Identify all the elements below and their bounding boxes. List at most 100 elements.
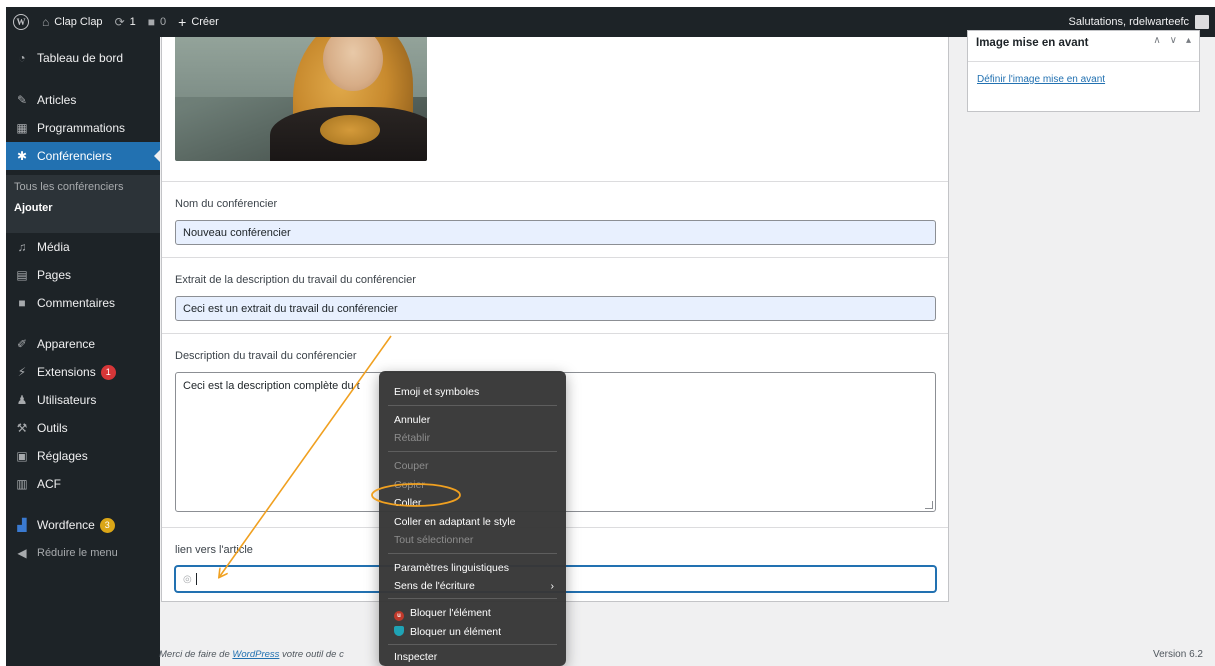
collapse-menu-button[interactable]: ◀ Réduire le menu xyxy=(6,539,160,567)
menu-separator xyxy=(388,553,557,554)
writing-direction-label: Sens de l'écriture xyxy=(394,580,475,592)
excerpt-input[interactable]: Ceci est un extrait du travail du confér… xyxy=(175,296,936,321)
excerpt-input-value: Ceci est un extrait du travail du confér… xyxy=(183,302,398,315)
home-icon: ⌂ xyxy=(42,15,50,29)
person-icon: ✱ xyxy=(16,149,28,163)
sidebar-item-label: Réduire le menu xyxy=(37,547,118,559)
sidebar-item-label: Programmations xyxy=(37,121,126,135)
version-label: Version 6.2 xyxy=(1152,649,1203,660)
box-divider xyxy=(968,61,1199,62)
wordfence-badge: 3 xyxy=(99,517,115,533)
box-controls: ∧ ∨ ▴ xyxy=(1153,35,1191,46)
account-greeting: Salutations, rdelwarteefc xyxy=(1068,16,1189,28)
sidebar-item-tools[interactable]: ⚒ Outils xyxy=(6,414,160,442)
menu-item-writing-direction[interactable]: Sens de l'écriture › xyxy=(394,578,554,594)
acf-icon: ▥ xyxy=(16,477,28,491)
resize-handle[interactable] xyxy=(925,501,933,509)
menu-item-select-all: Tout sélectionner xyxy=(394,534,474,546)
description-value: Ceci est la description complète du t xyxy=(183,380,360,392)
menu-item-redo: Rétablir xyxy=(394,432,431,444)
sidebar-item-label: Pages xyxy=(37,268,72,282)
set-featured-image-link[interactable]: Définir l'image mise en avant xyxy=(977,74,1105,85)
shield-icon xyxy=(394,626,404,636)
name-input[interactable]: Nouveau conférencier xyxy=(175,220,936,245)
calendar-icon: ▦ xyxy=(16,121,28,135)
block-one-element-label: Bloquer un élément xyxy=(410,626,502,638)
site-name: Clap Clap xyxy=(54,16,103,28)
sidebar-item-label: Média xyxy=(37,240,70,254)
name-input-value: Nouveau conférencier xyxy=(183,226,291,239)
sidebar-item-users[interactable]: ♟ Utilisateurs xyxy=(6,386,160,414)
updates-link[interactable]: ⟳ 1 xyxy=(109,7,142,37)
featured-image-box: Image mise en avant ∧ ∨ ▴ Définir l'imag… xyxy=(967,30,1200,112)
users-icon: ♟ xyxy=(16,393,28,407)
wrench-icon: ⚒ xyxy=(16,421,28,435)
menu-item-paste-match-style[interactable]: Coller en adaptant le style xyxy=(394,514,554,530)
menu-item-block-element-shield[interactable]: Bloquer un élément xyxy=(394,624,554,640)
link-icon: ◎ xyxy=(183,573,192,585)
sidebar-item-media[interactable]: ♫ Média xyxy=(6,233,160,261)
sidebar-item-label: ACF xyxy=(37,477,61,491)
sidebar-item-label: Utilisateurs xyxy=(37,393,97,407)
sidebar-item-pages[interactable]: ▤ Pages xyxy=(6,261,160,289)
menu-item-inspect[interactable]: Inspecter xyxy=(394,649,554,665)
field-divider xyxy=(162,257,948,258)
chevron-right-icon: › xyxy=(550,580,555,592)
menu-item-emoji[interactable]: Emoji et symboles xyxy=(394,384,554,400)
sidebar-item-programmations[interactable]: ▦ Programmations xyxy=(6,114,160,142)
settings-icon: ▣ xyxy=(16,449,28,463)
new-content-label: Créer xyxy=(191,16,219,28)
ublock-icon: u xyxy=(394,611,404,621)
speaker-photo xyxy=(175,37,427,161)
wordpress-link[interactable]: WordPress xyxy=(232,649,279,660)
footer-text-after: votre outil de c xyxy=(279,649,344,660)
menu-item-cut: Couper xyxy=(394,460,429,472)
sidebar-item-articles[interactable]: ✎ Articles xyxy=(6,86,160,114)
menu-item-language-settings[interactable]: Paramètres linguistiques xyxy=(394,560,554,576)
new-content-link[interactable]: + Créer xyxy=(172,7,225,37)
submenu-all-speakers[interactable]: Tous les conférenciers xyxy=(14,181,123,193)
block-element-label: Bloquer l'élément xyxy=(410,607,491,619)
updates-count: 1 xyxy=(129,16,136,28)
wordfence-icon: ▟ xyxy=(17,518,27,532)
comment-icon: ■ xyxy=(147,15,155,29)
name-field-label: Nom du conférencier xyxy=(175,198,278,210)
updates-icon: ⟳ xyxy=(114,15,125,29)
menu-item-block-element-ublock[interactable]: u Bloquer l'élément xyxy=(394,605,554,621)
sidebar-item-label: Articles xyxy=(37,93,77,107)
description-field-label: Description du travail du conférencier xyxy=(175,350,357,362)
excerpt-field-label: Extrait de la description du travail du … xyxy=(175,274,416,286)
sidebar-item-extensions[interactable]: ⚡ Extensions 1 xyxy=(6,358,160,386)
comments-link[interactable]: ■ 0 xyxy=(142,7,172,37)
conferenciers-submenu: Tous les conférenciers Ajouter xyxy=(6,175,160,233)
menu-separator xyxy=(388,451,557,452)
toggle-panel-icon[interactable]: ▴ xyxy=(1186,35,1191,46)
submenu-add-new[interactable]: Ajouter xyxy=(14,202,53,214)
pin-icon: ✎ xyxy=(16,93,28,107)
sidebar-item-conferenciers[interactable]: ✱ Conférenciers xyxy=(6,142,160,170)
window-top-edge xyxy=(0,0,1215,7)
admin-sidebar: ◔ Tableau de bord ✎ Articles ▦ Programma… xyxy=(6,37,160,666)
site-name-link[interactable]: ⌂ Clap Clap xyxy=(36,7,109,37)
sidebar-item-acf[interactable]: ▥ ACF xyxy=(6,470,160,498)
move-down-icon[interactable]: ∨ xyxy=(1170,35,1177,46)
menu-separator xyxy=(388,644,557,645)
sidebar-item-settings[interactable]: ▣ Réglages xyxy=(6,442,160,470)
sidebar-item-comments[interactable]: ■ Commentaires xyxy=(6,289,160,317)
field-divider xyxy=(162,333,948,334)
pages-icon: ▤ xyxy=(16,268,28,282)
sidebar-item-dashboard[interactable]: ◔ Tableau de bord xyxy=(6,44,160,72)
my-account-link[interactable]: Salutations, rdelwarteefc xyxy=(1069,15,1215,29)
sidebar-item-label: Tableau de bord xyxy=(37,51,124,65)
menu-separator xyxy=(388,405,557,406)
sidebar-item-wordfence[interactable]: ▟ Wordfence 3 xyxy=(6,511,160,539)
sidebar-item-appearance[interactable]: ✐ Apparence xyxy=(6,330,160,358)
wordpress-icon: W xyxy=(13,14,29,30)
sidebar-item-label: Outils xyxy=(37,421,68,435)
move-up-icon[interactable]: ∧ xyxy=(1153,35,1160,46)
menu-item-undo[interactable]: Annuler xyxy=(394,412,554,428)
menu-item-paste[interactable]: Coller xyxy=(394,495,554,511)
update-count-badge: 1 xyxy=(100,364,116,380)
wordpress-logo-button[interactable]: W xyxy=(6,7,36,37)
media-icon: ♫ xyxy=(17,240,27,254)
